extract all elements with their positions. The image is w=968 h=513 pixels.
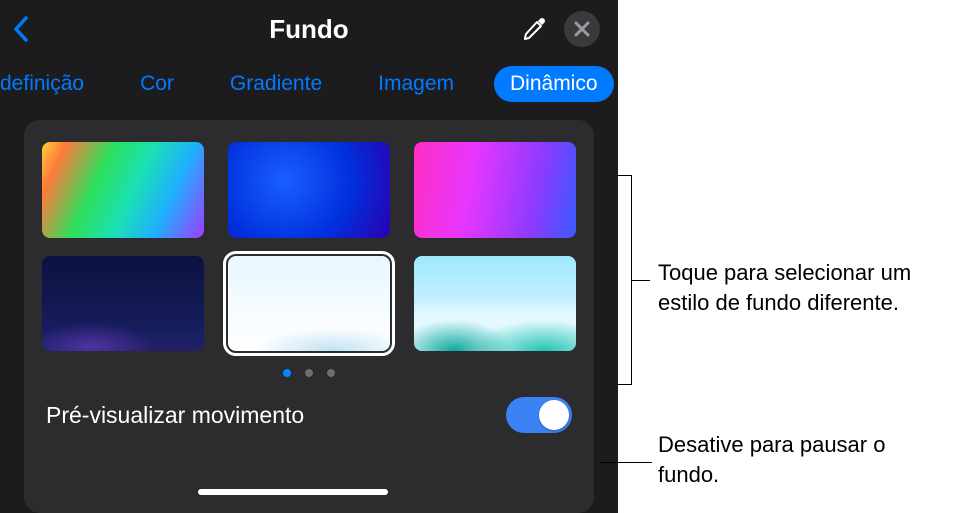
background-thumbnail-grid [42,142,576,351]
background-style-3[interactable] [414,142,576,238]
tab-predefinicao[interactable]: definição [0,66,100,102]
back-button[interactable] [12,15,30,43]
background-style-2[interactable] [228,142,390,238]
text-cursor-indicator [198,489,388,495]
tab-gradiente[interactable]: Gradiente [214,66,338,102]
panel-header: Fundo [0,0,618,58]
dynamic-backgrounds-card: Pré-visualizar movimento [24,120,594,513]
tab-dinamico[interactable]: Dinâmico [494,66,614,102]
page-dot-1 [283,369,291,377]
page-indicator[interactable] [42,351,576,383]
page-dot-3 [327,369,335,377]
chevron-left-icon [12,15,30,43]
panel-title: Fundo [269,14,348,45]
switch-knob [539,400,569,430]
category-tabs: definição Cor Gradiente Imagem Dinâmico [0,58,618,120]
eyedropper-icon [520,15,548,43]
preview-motion-label: Pré-visualizar movimento [46,402,304,429]
preview-motion-row: Pré-visualizar movimento [42,383,576,439]
background-panel: Fundo definição Cor Gradiente Imagem Din… [0,0,618,513]
close-icon [574,21,590,37]
annotation-line-toggle [600,462,652,463]
background-style-5[interactable] [228,256,390,352]
annotation-bracket-styles [616,175,632,385]
page-dot-2 [305,369,313,377]
annotation-layer: Toque para selecionar um estilo de fundo… [618,0,968,513]
background-style-4[interactable] [42,256,204,352]
background-style-1[interactable] [42,142,204,238]
tab-cor[interactable]: Cor [124,66,190,102]
background-style-6[interactable] [414,256,576,352]
annotation-text-pause-toggle: Desative para pausar o fundo. [658,430,938,489]
eyedropper-button[interactable] [520,15,548,43]
preview-motion-switch[interactable] [506,397,572,433]
tab-imagem[interactable]: Imagem [362,66,470,102]
annotation-text-select-style: Toque para selecionar um estilo de fundo… [658,258,938,317]
close-button[interactable] [564,11,600,47]
